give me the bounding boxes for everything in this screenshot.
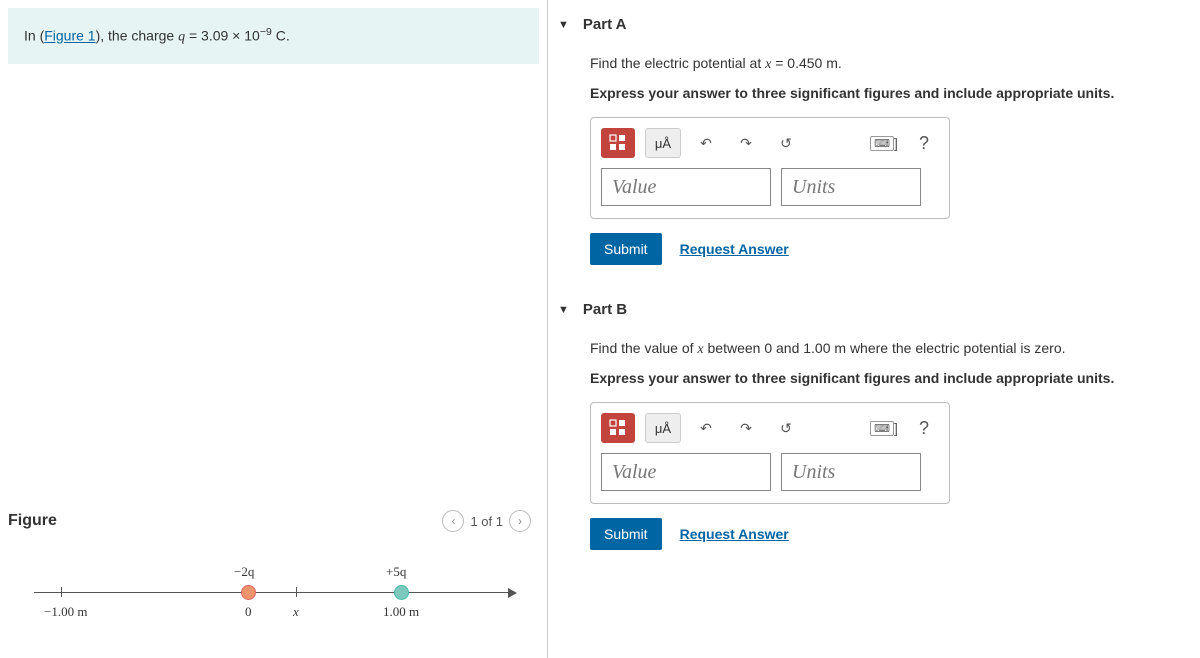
part-b-actions: Submit Request Answer: [590, 518, 1190, 550]
figure-diagram: −2q +5q −1.00 m 0 x 1.00 m: [16, 554, 531, 634]
units-button[interactable]: μÅ: [645, 128, 681, 158]
problem-eq: = 3.09 × 10: [185, 28, 260, 44]
figure-next-button[interactable]: ›: [509, 510, 531, 532]
tick-x: [296, 587, 297, 597]
left-column: In (Figure 1), the charge q = 3.09 × 10−…: [0, 0, 548, 658]
label-pos5q: +5q: [386, 564, 406, 580]
label-zero: 0: [245, 604, 252, 620]
part-b-body: Find the value of x between 0 and 1.00 m…: [558, 340, 1190, 550]
part-b-prompt-prefix: Find the value of: [590, 340, 697, 356]
label-pos1m: 1.00 m: [383, 604, 419, 620]
units-input[interactable]: Units: [781, 453, 921, 491]
part-a-prompt: Find the electric potential at x = 0.450…: [590, 55, 1190, 73]
keyboard-icon: ⌨: [870, 136, 894, 151]
reset-button[interactable]: ↺: [771, 128, 801, 158]
part-a-actions: Submit Request Answer: [590, 233, 1190, 265]
help-button[interactable]: ?: [909, 128, 939, 158]
figure-header: Figure ‹ 1 of 1 ›: [8, 506, 539, 544]
problem-statement: In (Figure 1), the charge q = 3.09 × 10−…: [8, 8, 539, 64]
part-b-prompt: Find the value of x between 0 and 1.00 m…: [590, 340, 1190, 358]
collapse-icon: ▼: [558, 304, 569, 316]
request-answer-link[interactable]: Request Answer: [680, 241, 789, 257]
keyboard-icon: ⌨: [870, 421, 894, 436]
redo-button[interactable]: ↷: [731, 128, 761, 158]
part-a-instruction: Express your answer to three significant…: [590, 85, 1190, 101]
part-a-prompt-prefix: Find the electric potential at: [590, 55, 765, 71]
part-b-prompt-mid: between 0 and 1.00 m where the electric …: [704, 340, 1066, 356]
templates-icon: [609, 134, 627, 152]
templates-button[interactable]: [601, 128, 635, 158]
part-b-title: Part B: [583, 301, 627, 318]
undo-button[interactable]: ↶: [691, 413, 721, 443]
part-a-toolbar: μÅ ↶ ↷ ↺ ⌨ ] ?: [601, 128, 939, 158]
keyboard-button[interactable]: ⌨ ]: [869, 128, 899, 158]
part-a-title: Part A: [583, 16, 627, 33]
part-b-header[interactable]: ▼ Part B: [558, 285, 1190, 328]
figure-block: Figure ‹ 1 of 1 › −2q +5q −1.00 m 0 x: [8, 506, 539, 634]
axis-line: [34, 592, 511, 593]
undo-button[interactable]: ↶: [691, 128, 721, 158]
charge-neg2q: [241, 585, 256, 600]
figure-prev-button[interactable]: ‹: [442, 510, 464, 532]
value-input[interactable]: Value: [601, 453, 771, 491]
submit-button[interactable]: Submit: [590, 518, 662, 550]
problem-text-suffix1: ), the charge: [96, 28, 179, 44]
part-a-prompt-eq: = 0.450 m: [771, 55, 838, 71]
problem-text-prefix: In (: [24, 28, 44, 44]
figure-title: Figure: [8, 512, 57, 530]
tick-neg1: [61, 587, 62, 597]
units-button[interactable]: μÅ: [645, 413, 681, 443]
label-x: x: [293, 604, 299, 620]
part-a-body: Find the electric potential at x = 0.450…: [558, 55, 1190, 265]
part-a-inputs: Value Units: [601, 168, 939, 206]
request-answer-link[interactable]: Request Answer: [680, 526, 789, 542]
label-neg1m: −1.00 m: [44, 604, 87, 620]
problem-unit: C.: [272, 28, 290, 44]
part-a-header[interactable]: ▼ Part A: [558, 0, 1190, 43]
label-neg2q: −2q: [234, 564, 254, 580]
charge-pos5q: [394, 585, 409, 600]
part-a-answer-box: μÅ ↶ ↷ ↺ ⌨ ] ? Value Units: [590, 117, 950, 219]
reset-button[interactable]: ↺: [771, 413, 801, 443]
submit-button[interactable]: Submit: [590, 233, 662, 265]
figure-counter: 1 of 1: [470, 514, 503, 529]
keyboard-button[interactable]: ⌨ ]: [869, 413, 899, 443]
figure-nav: ‹ 1 of 1 ›: [442, 510, 531, 532]
part-b-inputs: Value Units: [601, 453, 939, 491]
part-b-instruction: Express your answer to three significant…: [590, 370, 1190, 386]
figure-link[interactable]: Figure 1: [44, 28, 95, 44]
part-b-toolbar: μÅ ↶ ↷ ↺ ⌨ ] ?: [601, 413, 939, 443]
part-a-prompt-suffix: .: [838, 55, 842, 71]
redo-button[interactable]: ↷: [731, 413, 761, 443]
templates-icon: [609, 419, 627, 437]
units-input[interactable]: Units: [781, 168, 921, 206]
problem-exp: −9: [260, 26, 272, 38]
templates-button[interactable]: [601, 413, 635, 443]
part-b-answer-box: μÅ ↶ ↷ ↺ ⌨ ] ? Value Units: [590, 402, 950, 504]
help-button[interactable]: ?: [909, 413, 939, 443]
right-column: ▼ Part A Find the electric potential at …: [548, 0, 1200, 658]
value-input[interactable]: Value: [601, 168, 771, 206]
collapse-icon: ▼: [558, 19, 569, 31]
